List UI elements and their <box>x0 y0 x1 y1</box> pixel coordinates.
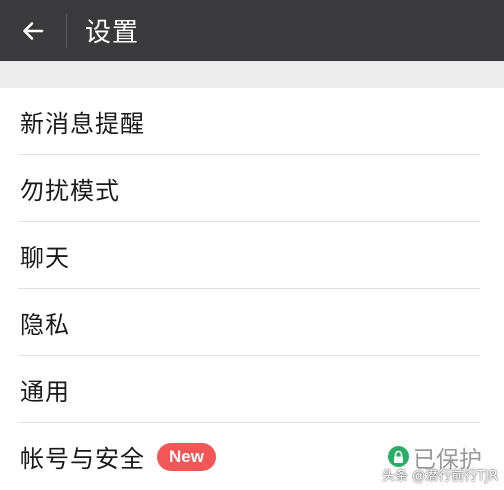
settings-item-label: 帐号与安全 <box>20 445 145 473</box>
settings-list: 新消息提醒 勿扰模式 聊天 隐私 通用 帐号与安全 New 已保护 <box>0 88 504 490</box>
settings-item-label: 勿扰模式 <box>20 177 120 205</box>
settings-item-privacy[interactable]: 隐私 <box>0 289 504 356</box>
back-button[interactable] <box>0 0 66 61</box>
new-badge: New <box>157 442 216 471</box>
settings-item-label: 隐私 <box>20 311 70 339</box>
settings-item-chat[interactable]: 聊天 <box>0 222 504 289</box>
settings-item-do-not-disturb[interactable]: 勿扰模式 <box>0 155 504 222</box>
settings-item-general[interactable]: 通用 <box>0 356 504 423</box>
page-title: 设置 <box>85 18 140 48</box>
top-bar: 设置 <box>0 0 504 61</box>
header-divider <box>66 13 67 48</box>
watermark: 头条 @潜行前行TJR <box>382 469 498 484</box>
section-gap <box>0 61 504 88</box>
settings-item-label: 新消息提醒 <box>20 110 145 138</box>
lock-icon <box>388 446 409 467</box>
settings-item-new-message-notify[interactable]: 新消息提醒 <box>0 88 504 155</box>
settings-item-label: 通用 <box>20 378 70 406</box>
settings-item-label: 聊天 <box>20 244 70 272</box>
arrow-left-icon <box>23 21 44 40</box>
